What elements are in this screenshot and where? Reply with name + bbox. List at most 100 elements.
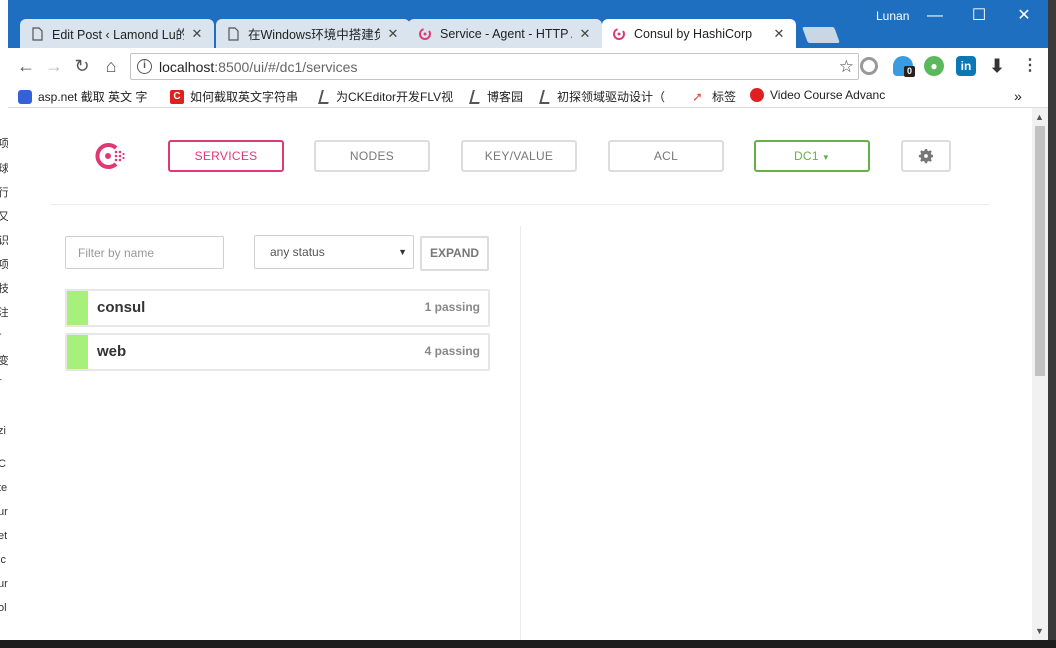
tab-title: Service - Agent - HTTP A: [440, 26, 572, 41]
service-name: web: [97, 343, 127, 360]
ghost-badge: 0: [904, 66, 915, 77]
forward-icon[interactable]: →: [44, 56, 64, 76]
status-indicator: [67, 335, 88, 369]
service-row-consul[interactable]: consul 1 passing: [65, 289, 490, 327]
baidu-icon: [18, 89, 32, 104]
info-icon[interactable]: i: [137, 59, 152, 74]
cnblogs-icon: [539, 89, 553, 104]
desktop-text: 又: [0, 211, 8, 223]
gear-icon: [918, 148, 934, 164]
desktop-text: 项: [0, 259, 8, 271]
close-icon[interactable]: ✕: [772, 26, 786, 42]
consul-logo-icon[interactable]: [94, 142, 126, 170]
datacenter-label: DC1: [793, 149, 819, 163]
browser-titlebar: Edit Post ‹ Lamond Lu的 ✕ 在Windows环境中搭建负 …: [8, 0, 1048, 48]
status-select-value: any status: [270, 245, 325, 259]
filter-by-name-input[interactable]: [65, 236, 224, 269]
nav-acl-button[interactable]: ACL: [608, 140, 724, 172]
bookmark-label: 博客园: [487, 90, 524, 104]
wechat-extension-icon[interactable]: ●: [924, 56, 944, 76]
status-select[interactable]: any status ▼: [254, 235, 414, 269]
service-name: consul: [97, 299, 146, 316]
page-scrollbar[interactable]: ▲ ▼: [1032, 108, 1048, 640]
nav-nodes-button[interactable]: NODES: [314, 140, 430, 172]
document-icon: [32, 26, 43, 41]
column-divider: [520, 226, 521, 640]
bookmark-item[interactable]: 为CKEditor开发FLV视: [318, 88, 454, 105]
reload-icon[interactable]: ↻: [72, 56, 92, 76]
tab-windows-env[interactable]: 在Windows环境中搭建负 ✕: [216, 19, 410, 48]
menu-icon[interactable]: ⋮: [1020, 56, 1040, 76]
bookmark-label: 为CKEditor开发FLV视: [336, 90, 454, 104]
header-divider: [50, 204, 990, 205]
document-icon: [228, 26, 239, 41]
close-icon[interactable]: ✕: [190, 26, 204, 42]
download-icon[interactable]: ⬇: [987, 56, 1007, 76]
c-icon: C: [170, 89, 184, 104]
tab-consul[interactable]: Consul by HashiCorp ✕: [602, 19, 796, 48]
more-bookmarks-icon[interactable]: »: [1014, 88, 1022, 104]
address-bar[interactable]: i localhost:8500/ui/#/dc1/services ☆: [130, 53, 859, 80]
scroll-down-icon[interactable]: ▼: [1035, 626, 1044, 636]
back-icon[interactable]: ←: [16, 56, 36, 76]
bookmark-label: 标签: [712, 90, 737, 104]
desktop-text: r: [0, 376, 2, 388]
desktop-text: C: [0, 458, 6, 470]
bookmark-item[interactable]: asp.net 截取 英文 字: [18, 88, 147, 105]
browser-toolbar: ← → ↻ ⌂ i localhost:8500/ui/#/dc1/servic…: [8, 48, 1048, 84]
consul-icon: [419, 27, 431, 40]
bookmark-label: Video Course Advanc: [770, 88, 886, 102]
bookmark-item[interactable]: 博客园: [469, 88, 524, 105]
desktop-text: 球: [0, 163, 8, 175]
nav-keyvalue-button[interactable]: KEY/VALUE: [461, 140, 577, 172]
ghost-extension-icon[interactable]: 0: [893, 56, 915, 77]
tab-title: 在Windows环境中搭建负: [248, 28, 380, 42]
desktop-text: 项: [0, 138, 8, 150]
home-icon[interactable]: ⌂: [101, 56, 121, 76]
caret-down-icon: ▼: [821, 153, 831, 162]
desktop-text: zi: [0, 425, 6, 437]
tab-title: Consul by HashiCorp: [634, 26, 753, 41]
desktop-text: -: [0, 328, 2, 340]
linkedin-icon[interactable]: in: [956, 56, 976, 76]
bookmark-item[interactable]: ➚ 标签: [692, 88, 736, 105]
close-icon[interactable]: ✕: [578, 26, 592, 42]
consul-page: SERVICES NODES KEY/VALUE ACL DC1▼ any st…: [8, 108, 1032, 640]
tab-edit-post[interactable]: Edit Post ‹ Lamond Lu的 ✕: [20, 19, 214, 48]
minimize-icon[interactable]: —: [924, 6, 946, 26]
url-text: localhost:8500/ui/#/dc1/services: [159, 59, 358, 75]
bookmark-item[interactable]: C 如何截取英文字符串: [170, 88, 298, 105]
desktop-text: 技: [0, 283, 8, 295]
expand-button[interactable]: EXPAND: [420, 236, 489, 271]
close-window-icon[interactable]: ✕: [1013, 6, 1035, 26]
settings-button[interactable]: [901, 140, 951, 172]
tag-icon: ➚: [692, 88, 703, 104]
star-icon[interactable]: ☆: [839, 57, 854, 77]
desktop-text: ur: [0, 506, 8, 518]
bookmark-item[interactable]: 初探领域驱动设计（: [539, 88, 665, 105]
datacenter-dropdown[interactable]: DC1 ▼: [754, 140, 870, 172]
video-icon: [750, 88, 764, 102]
extension-circle-icon[interactable]: [860, 57, 878, 75]
consul-icon: [613, 27, 625, 40]
scrollbar-thumb[interactable]: [1035, 126, 1045, 376]
desktop-text: ur: [0, 578, 8, 590]
maximize-icon[interactable]: ☐: [968, 6, 990, 26]
close-icon[interactable]: ✕: [386, 26, 400, 42]
tab-service-agent[interactable]: Service - Agent - HTTP A ✕: [408, 19, 602, 48]
profile-name[interactable]: Lunan: [876, 9, 909, 23]
new-tab-button[interactable]: [802, 27, 840, 43]
cnblogs-icon: [469, 89, 483, 104]
desktop-text: 变: [0, 355, 8, 367]
service-row-web[interactable]: web 4 passing: [65, 333, 490, 371]
scroll-up-icon[interactable]: ▲: [1035, 112, 1044, 122]
desktop-text: te: [0, 482, 8, 494]
desktop-text: et: [0, 530, 8, 542]
desktop-text: 识: [0, 235, 8, 247]
bookmarks-bar: asp.net 截取 英文 字 C 如何截取英文字符串 为CKEditor开发F…: [8, 84, 1048, 108]
desktop-text: 行: [0, 187, 8, 199]
tab-title: Edit Post ‹ Lamond Lu的: [52, 28, 184, 42]
nav-services-button[interactable]: SERVICES: [168, 140, 284, 172]
service-status: 4 passing: [424, 344, 480, 358]
bookmark-item[interactable]: Video Course Advanc: [750, 88, 885, 102]
